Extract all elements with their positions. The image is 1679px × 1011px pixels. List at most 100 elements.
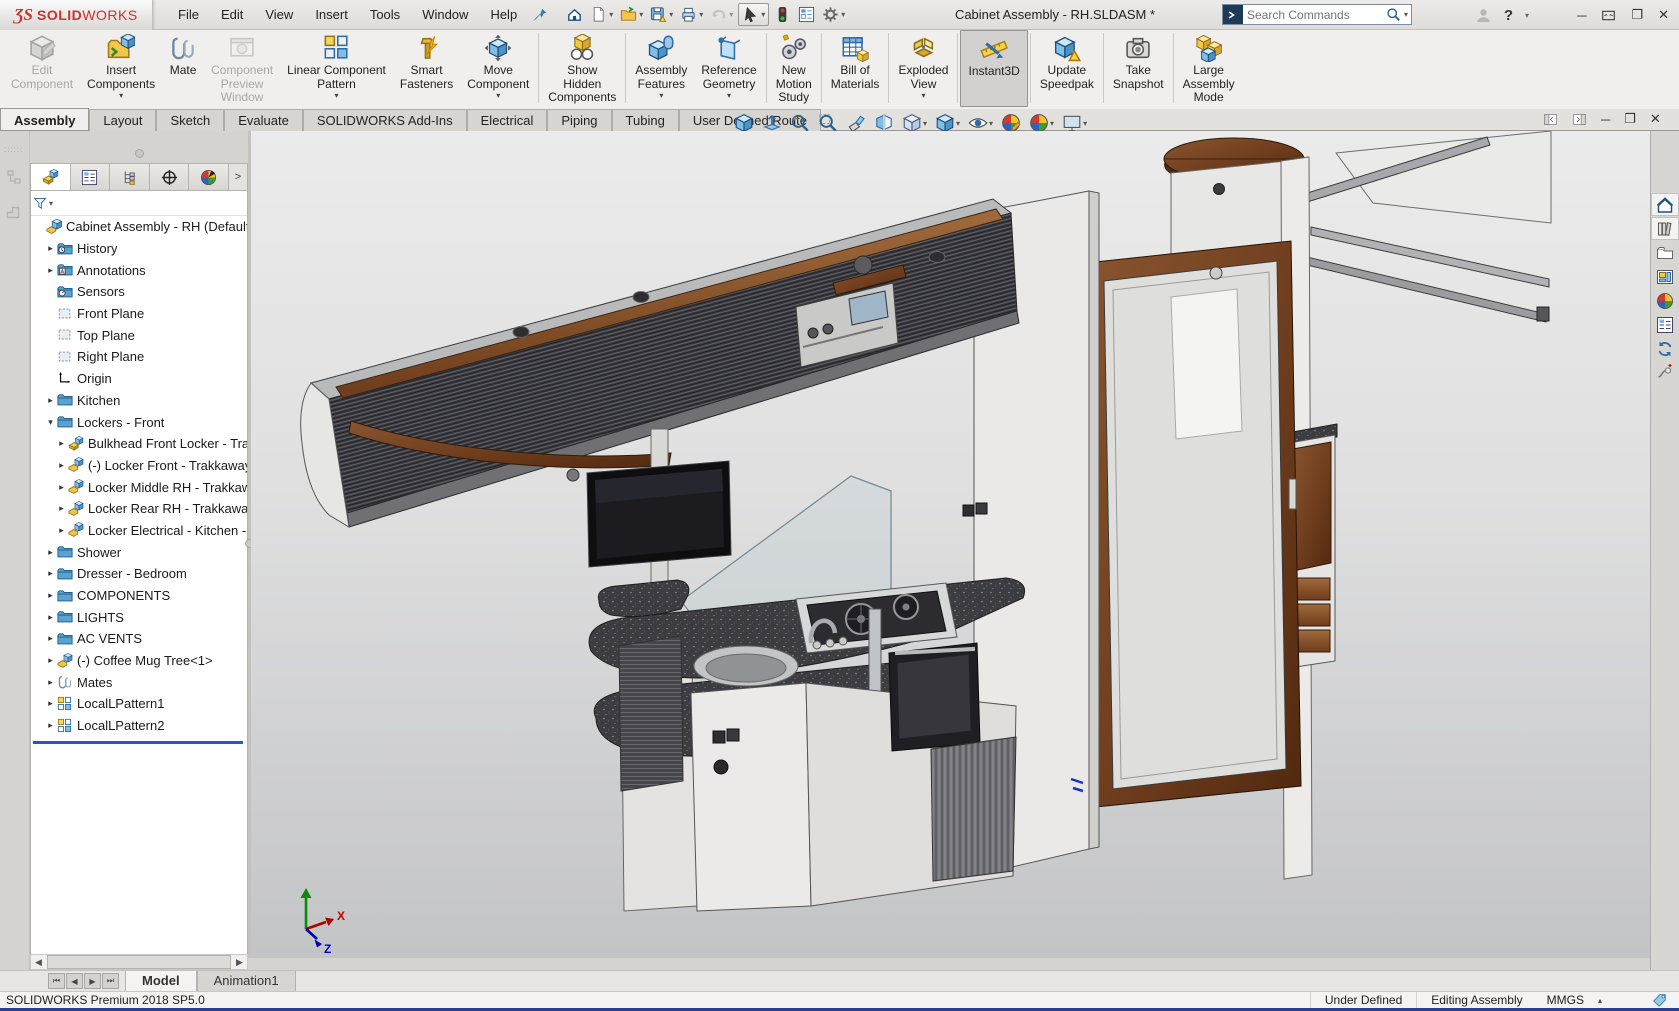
tree-item[interactable]: Sensors bbox=[31, 281, 247, 303]
tree-expander-icon[interactable]: ▸ bbox=[55, 482, 68, 493]
new-doc-button[interactable]: ▾ bbox=[588, 4, 615, 25]
featuremanager-tab-display[interactable] bbox=[189, 164, 229, 190]
tab-model[interactable]: Model bbox=[125, 971, 197, 991]
minimize-window-icon[interactable]: ─ bbox=[1577, 8, 1586, 23]
featuremanager-tab-configurations[interactable] bbox=[110, 164, 150, 190]
options-list-button[interactable] bbox=[796, 4, 817, 25]
scroll-left-icon[interactable]: ◀ bbox=[31, 957, 46, 968]
search-commands-box[interactable]: ▾ bbox=[1222, 4, 1412, 25]
edit-component-button[interactable]: EditComponent bbox=[4, 30, 80, 107]
view-settings-dropdown-icon[interactable]: ▾ bbox=[1083, 119, 1087, 128]
reference-geometry-dropdown-icon[interactable]: ▾ bbox=[727, 92, 731, 100]
assembly-features-dropdown-icon[interactable]: ▾ bbox=[659, 92, 663, 100]
tree-item[interactable]: ▸LocalLPattern2 bbox=[31, 715, 247, 737]
tree-item[interactable]: ▸Locker Middle RH - Trakkawa bbox=[31, 476, 247, 498]
save-button[interactable]: ▾ bbox=[648, 4, 675, 25]
instant3d-button[interactable]: Instant3D bbox=[960, 30, 1027, 107]
insert-components-dropdown-icon[interactable]: ▾ bbox=[119, 92, 123, 100]
insert-components-button[interactable]: InsertComponents▾ bbox=[80, 30, 162, 107]
mate-button[interactable]: Mate bbox=[162, 30, 204, 107]
oven[interactable] bbox=[889, 643, 980, 751]
tree-expander-icon[interactable]: ▸ bbox=[44, 677, 57, 688]
panel-horizontal-scrollbar[interactable]: ◀ ▶ bbox=[30, 954, 248, 970]
settings-gear-button[interactable]: ▾ bbox=[820, 4, 847, 25]
help-dropdown-icon[interactable]: ▾ bbox=[1525, 11, 1529, 20]
take-snapshot-button[interactable]: TakeSnapshot bbox=[1106, 30, 1171, 107]
scrollbar-thumb[interactable] bbox=[47, 955, 231, 969]
tree-item[interactable]: ▸Dresser - Bedroom bbox=[31, 563, 247, 585]
next-tab-icon[interactable]: ▶ bbox=[84, 973, 101, 989]
tree-item[interactable]: ▸Kitchen bbox=[31, 390, 247, 412]
tab-piping[interactable]: Piping bbox=[547, 109, 611, 131]
scroll-right-icon[interactable]: ▶ bbox=[232, 957, 247, 968]
search-input[interactable] bbox=[1243, 8, 1386, 22]
taskpane-view-palette-button[interactable] bbox=[1651, 265, 1679, 288]
taskpane-file-explorer-button[interactable] bbox=[1651, 241, 1679, 264]
tab-tubing[interactable]: Tubing bbox=[612, 109, 679, 131]
exploded-view-button[interactable]: ExplodedView▾ bbox=[891, 30, 955, 107]
filter-funnel-icon[interactable] bbox=[33, 196, 48, 211]
tree-expander-icon[interactable]: ▸ bbox=[44, 698, 57, 709]
tree-root[interactable]: Cabinet Assembly - RH (Default<Disp bbox=[31, 216, 247, 238]
show-hidden-button[interactable]: ShowHiddenComponents bbox=[541, 30, 623, 107]
linear-pattern-dropdown-icon[interactable]: ▾ bbox=[335, 92, 339, 100]
apply-scene-dropdown-icon[interactable]: ▾ bbox=[1050, 119, 1054, 128]
tree-item[interactable]: ▸LIGHTS bbox=[31, 606, 247, 628]
tree-item[interactable]: ▸Annotations bbox=[31, 259, 247, 281]
tree-expander-icon[interactable]: ▸ bbox=[44, 568, 57, 579]
tree-expander-icon[interactable]: ▸ bbox=[44, 720, 57, 731]
close-window-icon[interactable]: ✕ bbox=[1658, 7, 1669, 23]
pane-right-icon[interactable] bbox=[1572, 112, 1587, 127]
tree-item[interactable]: ▸(-) Locker Front - Trakkaway 8 bbox=[31, 455, 247, 477]
tree-item[interactable]: Top Plane bbox=[31, 324, 247, 346]
display-style-dropdown-icon[interactable]: ▾ bbox=[956, 119, 960, 128]
restore-window-icon[interactable]: ❐ bbox=[1631, 7, 1643, 23]
menu-view[interactable]: View bbox=[254, 0, 304, 29]
pane-left-icon[interactable] bbox=[1543, 112, 1558, 127]
tree-expander-icon[interactable]: ▸ bbox=[44, 243, 57, 254]
undo-button[interactable]: ▾ bbox=[708, 4, 735, 25]
tab-solidworks-add-ins[interactable]: SOLIDWORKS Add-Ins bbox=[303, 109, 467, 131]
menu-help[interactable]: Help bbox=[479, 0, 528, 29]
large-assembly-button[interactable]: LargeAssemblyMode bbox=[1176, 30, 1242, 107]
tree-item[interactable]: ▸Locker Rear RH - Trakkaway 8 bbox=[31, 498, 247, 520]
featuremanager-tabs-overflow[interactable]: > bbox=[229, 164, 247, 190]
tab-sketch[interactable]: Sketch bbox=[156, 109, 224, 131]
tree-item[interactable]: ▸COMPONENTS bbox=[31, 585, 247, 607]
tree-expander-icon[interactable]: ▸ bbox=[44, 633, 57, 644]
tv-screen[interactable] bbox=[587, 461, 731, 567]
tree-item[interactable]: Origin bbox=[31, 368, 247, 390]
exploded-rails[interactable] bbox=[1286, 131, 1551, 322]
menu-edit[interactable]: Edit bbox=[210, 0, 254, 29]
search-magnifier-icon[interactable] bbox=[1386, 7, 1401, 22]
filter-dropdown-icon[interactable]: ▾ bbox=[49, 199, 53, 208]
assembly-features-button[interactable]: AssemblyFeatures▾ bbox=[628, 30, 694, 107]
doc-close-icon[interactable]: ✕ bbox=[1650, 111, 1661, 127]
tree-expander-icon[interactable]: ▸ bbox=[44, 612, 57, 623]
tree-expander-icon[interactable]: ▸ bbox=[44, 655, 57, 666]
smart-fasteners-button[interactable]: SmartFasteners bbox=[393, 30, 460, 107]
taskpane-custom-properties-button[interactable] bbox=[1651, 313, 1679, 336]
component-preview-button[interactable]: ComponentPreviewWindow bbox=[204, 30, 280, 107]
tree-expander-icon[interactable]: ▸ bbox=[44, 265, 57, 276]
featuremanager-tab-property[interactable] bbox=[71, 164, 111, 190]
doc-minimize-icon[interactable]: ─ bbox=[1601, 112, 1610, 127]
taskpane-sw-addins-button[interactable] bbox=[1651, 337, 1679, 360]
units-selector[interactable]: MMGS ▴ bbox=[1537, 993, 1612, 1007]
menu-file[interactable]: File bbox=[167, 0, 210, 29]
pin-menu-icon[interactable] bbox=[532, 7, 548, 23]
tab-electrical[interactable]: Electrical bbox=[467, 109, 548, 131]
featuremanager-tab-features[interactable] bbox=[31, 164, 71, 190]
search-dropdown-icon[interactable]: ▾ bbox=[1401, 10, 1411, 19]
home-button[interactable] bbox=[564, 4, 585, 25]
tree-item[interactable]: ▸Mates bbox=[31, 671, 247, 693]
tree-expander-icon[interactable]: ▸ bbox=[55, 460, 68, 471]
graphics-viewport[interactable]: X Z bbox=[251, 131, 1650, 958]
undo-dropdown-icon[interactable]: ▾ bbox=[729, 10, 733, 19]
tree-item[interactable]: ▸Locker Electrical - Kitchen - T bbox=[31, 520, 247, 542]
tambour-door[interactable] bbox=[931, 737, 1016, 881]
hierarchy-tool-icon[interactable] bbox=[5, 168, 23, 186]
step-tool-icon[interactable] bbox=[5, 203, 23, 221]
taskpane-electrical-symbols-button[interactable] bbox=[1651, 361, 1679, 384]
motion-study-button[interactable]: NewMotionStudy bbox=[769, 30, 819, 107]
